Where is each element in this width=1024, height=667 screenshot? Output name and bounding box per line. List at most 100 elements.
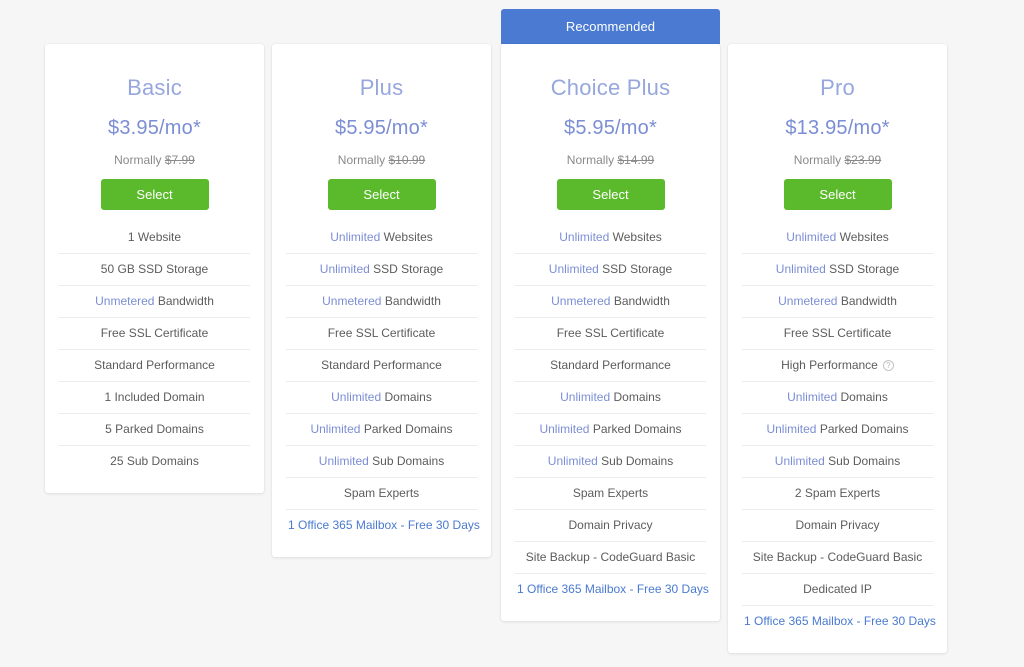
select-button-pro[interactable]: Select [783, 179, 892, 210]
feature-item: 50 GB SSD Storage [59, 254, 250, 286]
feature-text: Standard Performance [321, 358, 442, 372]
plan-normally-price: Normally $10.99 [286, 153, 477, 167]
feature-item: Unmetered Bandwidth [286, 286, 477, 318]
feature-text: Site Backup - CodeGuard Basic [752, 550, 923, 564]
feature-highlight: Unmetered [551, 294, 611, 308]
feature-text: Standard Performance [94, 358, 215, 372]
feature-item: Unlimited Parked Domains [742, 414, 933, 446]
feature-item: Unlimited Sub Domains [286, 446, 477, 478]
feature-highlight: Unlimited [560, 390, 611, 404]
select-button-choiceplus[interactable]: Select [556, 179, 665, 210]
plan-normally-price: Normally $23.99 [742, 153, 933, 167]
feature-list: 1 Website 50 GB SSD Storage Unmetered Band… [59, 222, 250, 493]
feature-item: Free SSL Certificate [742, 318, 933, 350]
feature-text: Free SSL Certificate [783, 326, 892, 340]
feature-item: Dedicated IP [742, 574, 933, 606]
feature-text: SSD Storage [373, 262, 444, 276]
feature-highlight: Unmetered [95, 294, 155, 308]
plan-normally-price: Normally $7.99 [59, 153, 250, 167]
feature-text: 5 Parked Domains [105, 422, 204, 436]
feature-link[interactable]: 1 Office 365 Mailbox - Free 30 Days [286, 510, 480, 541]
feature-highlight: Unlimited [559, 230, 610, 244]
plan-card-pro: Pro $13.95/mo* Normally $23.99 Select Unlimi… [728, 44, 947, 653]
plan-price: $13.95/mo* [785, 117, 890, 139]
feature-text: Sub Domains [601, 454, 674, 468]
feature-highlight: Unlimited [786, 230, 837, 244]
plan-normally-price: Normally $14.99 [515, 153, 706, 167]
normally-label: Normally [114, 153, 162, 167]
feature-text: Free SSL Certificate [327, 326, 436, 340]
feature-item: Free SSL Certificate [59, 318, 250, 350]
feature-item: Unlimited Websites [742, 222, 933, 254]
feature-text: 1 Website [127, 230, 182, 244]
feature-list: Unlimited Websites Unlimited SSD Storage U… [286, 222, 480, 557]
feature-highlight: Unlimited [774, 454, 825, 468]
feature-text: Domains [840, 390, 888, 404]
plan-name: Basic [127, 75, 182, 100]
feature-highlight: Unlimited [775, 262, 826, 276]
plan-price: $5.95/mo* [564, 117, 657, 139]
recommended-banner: Recommended [501, 9, 720, 44]
feature-text: Site Backup - CodeGuard Basic [525, 550, 696, 564]
feature-item: Unlimited SSD Storage [515, 254, 706, 286]
feature-highlight: Unlimited [319, 262, 370, 276]
feature-text: Bandwidth [384, 294, 441, 308]
feature-item: 2 Spam Experts [742, 478, 933, 510]
feature-list: Unlimited Websites Unlimited SSD Storage U… [742, 222, 936, 653]
feature-item: Spam Experts [515, 478, 706, 510]
feature-item: Unmetered Bandwidth [742, 286, 933, 318]
feature-text: Bandwidth [157, 294, 214, 308]
feature-link[interactable]: 1 Office 365 Mailbox - Free 30 Days [742, 606, 936, 637]
normally-label: Normally [793, 153, 842, 167]
feature-text: Sub Domains [372, 454, 445, 468]
feature-text: Domains [384, 390, 432, 404]
feature-highlight: Unmetered [778, 294, 838, 308]
feature-link[interactable]: 1 Office 365 Mailbox - Free 30 Days [515, 574, 709, 605]
feature-text: Websites [383, 230, 433, 244]
feature-item: Free SSL Certificate [515, 318, 706, 350]
feature-text: 25 Sub Domains [110, 454, 199, 468]
feature-text: Parked Domains [363, 422, 453, 436]
plan-price: $3.95/mo* [108, 117, 201, 139]
feature-text: 1 Office 365 Mailbox - Free 30 Days [517, 582, 709, 596]
help-icon[interactable]: ? [882, 360, 894, 371]
feature-text: Free SSL Certificate [556, 326, 665, 340]
feature-text: 2 Spam Experts [794, 486, 881, 500]
plan-name: Plus [359, 75, 404, 100]
feature-text: Domains [613, 390, 661, 404]
pricing-table: Recommended Basic $3.95/mo* Normally $7.99… [0, 0, 1024, 667]
feature-text: Domain Privacy [568, 518, 653, 532]
feature-highlight: Unmetered [322, 294, 382, 308]
feature-text: Websites [612, 230, 662, 244]
feature-highlight: Unlimited [539, 422, 590, 436]
feature-text: SSD Storage [829, 262, 900, 276]
feature-item: 5 Parked Domains [59, 414, 250, 446]
feature-text: Bandwidth [613, 294, 670, 308]
normally-original-price: $10.99 [388, 153, 426, 167]
feature-item: Domain Privacy [742, 510, 933, 542]
feature-text: High Performance [781, 358, 878, 372]
feature-highlight: Unlimited [310, 422, 361, 436]
feature-item: Unlimited Websites [515, 222, 706, 254]
feature-text: 1 Office 365 Mailbox - Free 30 Days [744, 614, 936, 628]
feature-text: 1 Office 365 Mailbox - Free 30 Days [288, 518, 480, 532]
feature-list: Unlimited Websites Unlimited SSD Storage U… [515, 222, 709, 621]
normally-label: Normally [337, 153, 386, 167]
feature-text: Parked Domains [819, 422, 909, 436]
feature-item: Unmetered Bandwidth [515, 286, 706, 318]
feature-text: Sub Domains [828, 454, 901, 468]
feature-item: Unlimited Parked Domains [286, 414, 477, 446]
plan-name: Pro [820, 75, 855, 100]
feature-highlight: Unlimited [318, 454, 369, 468]
feature-highlight: Unlimited [787, 390, 838, 404]
select-button-plus[interactable]: Select [327, 179, 436, 210]
feature-highlight: Unlimited [331, 390, 382, 404]
select-button-basic[interactable]: Select [100, 179, 209, 210]
feature-item: Standard Performance [59, 350, 250, 382]
feature-item: High Performance? [742, 350, 933, 382]
normally-original-price: $7.99 [164, 153, 195, 167]
feature-item: Unlimited SSD Storage [286, 254, 477, 286]
plan-card-plus: Plus $5.95/mo* Normally $10.99 Select Unlimi… [272, 44, 491, 557]
feature-text: Spam Experts [343, 486, 420, 500]
feature-item: 1 Website [59, 222, 250, 254]
